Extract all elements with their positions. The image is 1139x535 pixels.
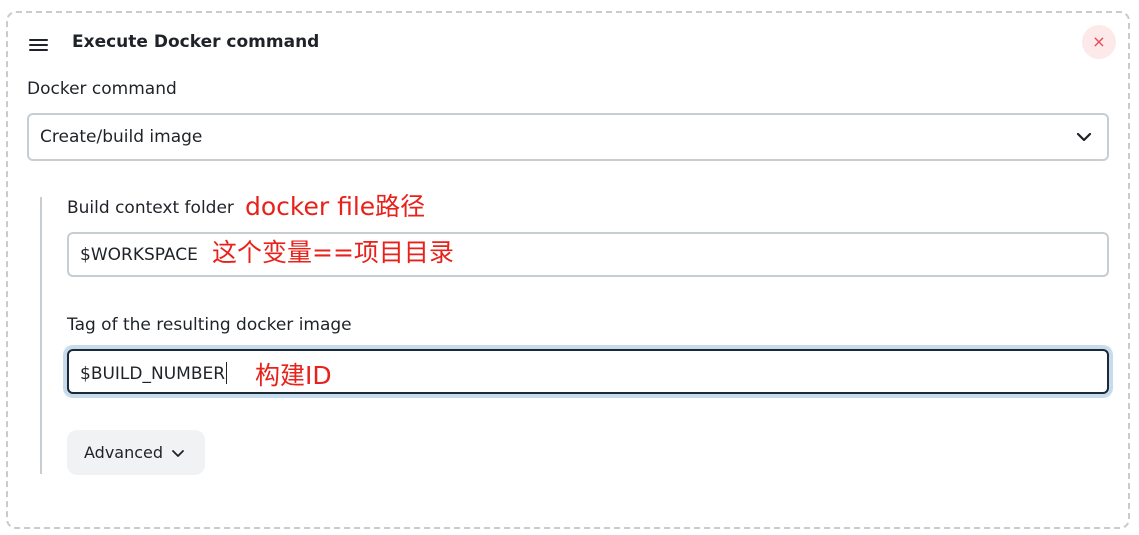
tag-annotation: 构建ID <box>255 361 332 390</box>
chevron-down-icon <box>1076 132 1092 142</box>
step-title: Execute Docker command <box>72 32 320 52</box>
build-context-value: $WORKSPACE <box>80 245 198 265</box>
drag-handle-icon[interactable] <box>29 39 48 51</box>
chevron-down-icon <box>172 450 184 457</box>
build-context-label: Build context folder <box>67 198 234 218</box>
build-context-value-annotation: 这个变量==项目目录 <box>212 238 454 267</box>
close-button[interactable]: × <box>1082 25 1116 59</box>
docker-command-label: Docker command <box>27 79 177 99</box>
tag-value: $BUILD_NUMBER <box>80 362 228 384</box>
docker-command-select[interactable]: Create/build image <box>27 113 1109 161</box>
tag-label: Tag of the resulting docker image <box>67 315 352 335</box>
advanced-button[interactable]: Advanced <box>67 430 205 475</box>
close-icon: × <box>1092 32 1106 51</box>
nested-section-indent-bar <box>40 197 42 474</box>
advanced-label: Advanced <box>84 443 164 462</box>
tag-input[interactable]: $BUILD_NUMBER <box>67 349 1109 394</box>
build-context-annotation: docker file路径 <box>245 192 426 221</box>
text-caret <box>226 362 228 384</box>
docker-command-selected-value: Create/build image <box>40 127 203 147</box>
